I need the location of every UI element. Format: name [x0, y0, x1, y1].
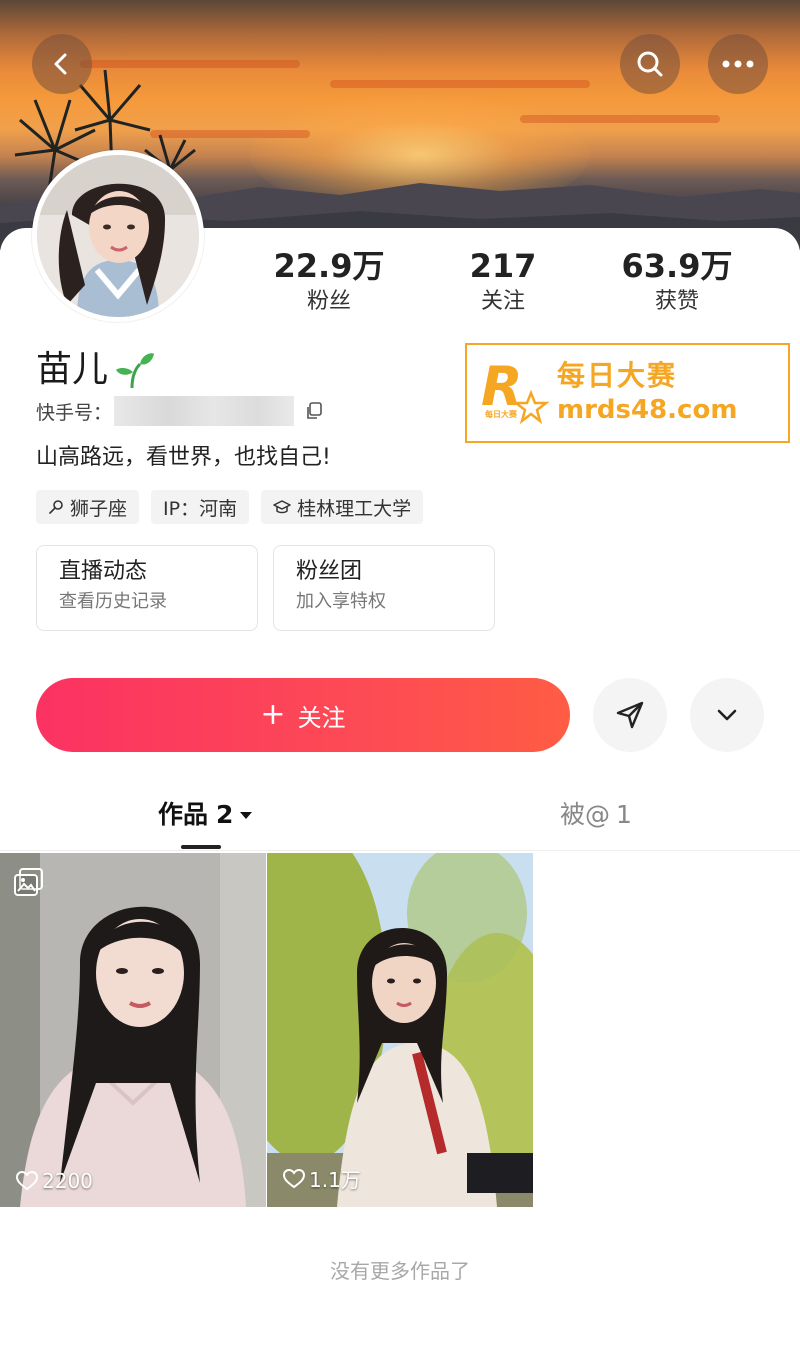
tag-ip: IP：河南 [151, 490, 250, 524]
watermark-small-text: 每日大赛 [485, 410, 517, 419]
heart-icon [283, 1168, 305, 1188]
fan-group-card[interactable]: 粉丝团 加入享特权 [273, 545, 495, 631]
tag-label: IP：河南 [163, 497, 238, 520]
copy-icon[interactable] [304, 401, 324, 421]
share-button[interactable] [593, 678, 667, 752]
watermark-banner[interactable]: R 每日大赛 每日大赛 mrds48.com [465, 343, 790, 443]
follow-label: 关注 [297, 703, 346, 732]
tag-school[interactable]: 桂林理工大学 [261, 490, 424, 524]
more-icon [722, 60, 754, 68]
tab-mentioned[interactable]: 被@ 1 [560, 797, 632, 833]
more-button[interactable] [708, 34, 768, 94]
post-likes-count: 2200 [42, 1169, 93, 1193]
tab-label: 作品 [158, 800, 209, 829]
stat-value: 217 [469, 247, 537, 285]
sprout-icon [116, 353, 155, 389]
plus-icon: + [260, 697, 286, 732]
stat-label: 粉丝 [306, 289, 351, 314]
post-image [0, 853, 266, 1207]
avatar[interactable] [32, 150, 204, 322]
back-button[interactable] [32, 34, 92, 94]
tab-works[interactable]: 作品 2 [158, 797, 253, 833]
expand-button[interactable] [690, 678, 764, 752]
stat-label: 关注 [480, 289, 525, 314]
post-thumbnail[interactable]: 1.1万 [267, 853, 533, 1207]
zodiac-icon [49, 500, 63, 514]
chevron-left-icon [54, 53, 67, 75]
cloud-streak [330, 80, 590, 88]
watermark-cn: 每日大赛 [557, 359, 678, 392]
profile-bio: 山高路远，看世界，也找自己! [36, 445, 331, 470]
post-likes: 1.1万 [283, 1164, 361, 1193]
name-row: 苗儿 [36, 348, 156, 392]
divider [0, 850, 800, 851]
kuaishou-id-label: 快手号： [36, 401, 113, 424]
tab-indicator [181, 845, 221, 849]
search-icon [637, 51, 663, 77]
stat-likes[interactable]: 63.9万 获赞 [592, 248, 762, 318]
watermark-url: mrds48.com [557, 395, 738, 425]
profile-tags: 狮子座 IP：河南 桂林理工大学 [36, 490, 424, 524]
post-likes-count: 1.1万 [309, 1168, 361, 1192]
profile-stats: 22.9万 粉丝 217 关注 63.9万 获赞 [230, 248, 790, 328]
send-icon [616, 701, 644, 729]
post-image [267, 853, 533, 1207]
stat-fans[interactable]: 22.9万 粉丝 [244, 248, 414, 318]
watermark-text: 每日大赛 mrds48.com [557, 359, 737, 427]
tab-label: 被@ [560, 800, 611, 829]
tab-count: 1 [616, 800, 632, 829]
cloud-streak [520, 115, 720, 123]
search-button[interactable] [620, 34, 680, 94]
tab-count: 2 [216, 800, 234, 829]
chevron-down-icon [717, 709, 737, 721]
post-likes: 2200 [16, 1169, 93, 1193]
tag-zodiac[interactable]: 狮子座 [36, 490, 140, 524]
feature-subtitle: 加入享特权 [296, 591, 386, 612]
feature-subtitle: 查看历史记录 [59, 591, 167, 612]
stat-value: 63.9万 [621, 247, 733, 285]
heart-icon [16, 1171, 38, 1191]
kuaishou-id-row: 快手号： [36, 396, 324, 426]
caret-down-icon [240, 812, 253, 819]
follow-button[interactable]: + 关注 [36, 678, 570, 752]
stat-value: 22.9万 [273, 247, 385, 285]
profile-name: 苗儿 [36, 349, 109, 390]
gallery-icon [14, 868, 43, 896]
watermark-logo: R 每日大赛 [467, 345, 557, 441]
no-more-posts-text: 没有更多作品了 [330, 1259, 470, 1283]
watermark-r-star-icon: R [481, 355, 550, 425]
tag-label: 狮子座 [70, 497, 128, 520]
stat-label: 获赞 [654, 289, 699, 314]
avatar-portrait [37, 155, 199, 317]
graduation-cap-icon [273, 500, 291, 514]
post-thumbnail[interactable]: 2200 [0, 853, 266, 1207]
live-history-card[interactable]: 直播动态 查看历史记录 [36, 545, 258, 631]
feature-title: 粉丝团 [296, 559, 363, 584]
stat-following[interactable]: 217 关注 [418, 248, 588, 318]
kuaishou-id-blurred [114, 396, 295, 426]
feature-title: 直播动态 [59, 559, 148, 584]
tag-label: 桂林理工大学 [297, 497, 412, 520]
